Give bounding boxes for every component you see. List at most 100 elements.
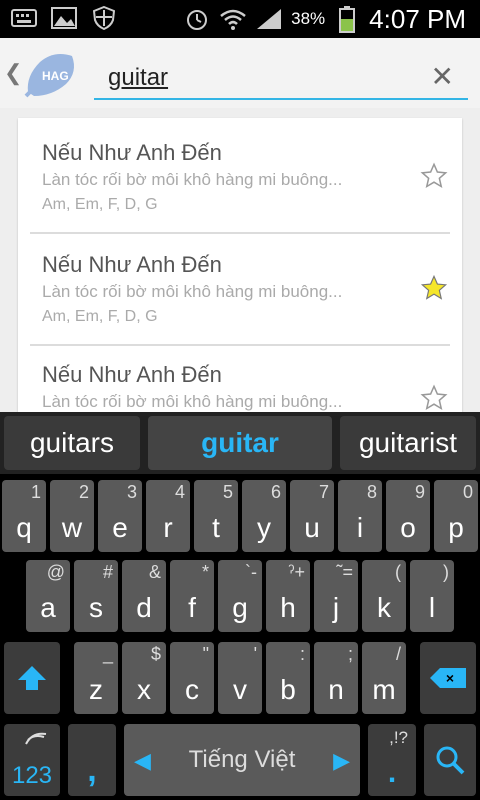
backspace-icon: × (430, 668, 466, 688)
key-sub-label: * (201, 562, 209, 582)
symbols-key[interactable]: 123 (4, 724, 60, 796)
suggestion-right[interactable]: guitarist (340, 416, 476, 470)
status-time: 4:07 PM (369, 3, 466, 34)
search-key[interactable] (424, 724, 476, 796)
key-sub-label: ˜= (336, 562, 353, 582)
signal-icon (255, 7, 283, 31)
key-v[interactable]: ' v (218, 642, 262, 714)
key-y[interactable]: 6y (242, 480, 286, 552)
key-sub-label: ˀ+ (288, 562, 305, 582)
key-label: k (377, 592, 391, 623)
space-label: Tiếng Việt (188, 746, 296, 773)
key-z[interactable]: _ z (74, 642, 118, 714)
key-label: f (188, 592, 196, 623)
key-sub-label: 5 (222, 482, 233, 502)
key-a[interactable]: @ a (26, 560, 70, 632)
song-lyric: Làn tóc rối bờ môi khô hàng mi buông... (42, 170, 343, 189)
key-n[interactable]: ; n (314, 642, 358, 714)
star-filled-icon[interactable] (420, 274, 448, 302)
right-arrow-icon[interactable]: ▶ (333, 748, 350, 774)
key-label: d (136, 592, 152, 623)
suggestion-bar: guitars guitar guitarist (0, 412, 480, 474)
key-sub-label: 9 (414, 482, 425, 502)
key-p[interactable]: 0p (434, 480, 478, 552)
key-s[interactable]: # s (74, 560, 118, 632)
period-key[interactable]: ,!? . (368, 724, 416, 796)
comma-key[interactable]: , (68, 724, 116, 796)
search-input[interactable]: guitar ✕ (94, 50, 468, 100)
svg-text:×: × (446, 670, 454, 686)
key-sub-label: 3 (126, 482, 137, 502)
key-sub-label: ) (443, 562, 449, 582)
key-x[interactable]: $ x (122, 642, 166, 714)
back-chevron-icon[interactable]: ❮ (4, 60, 22, 86)
key-f[interactable]: * f (170, 560, 214, 632)
key-r[interactable]: 4r (146, 480, 190, 552)
key-label: r (163, 512, 173, 543)
list-item[interactable]: Nếu Như Anh Đến Làn tóc rối bờ môi khô h… (18, 118, 462, 228)
key-m[interactable]: / m (362, 642, 406, 714)
key-w[interactable]: 2w (50, 480, 94, 552)
app-logo[interactable]: HAG (22, 46, 80, 100)
key-label: e (112, 512, 128, 543)
key-label: a (40, 592, 56, 623)
search-query: guitar (108, 64, 169, 91)
list-item[interactable]: Nếu Như Anh Đến Làn tóc rối bờ môi khô h… (18, 230, 462, 340)
song-chords: Am, Em, F, D, G (42, 308, 158, 325)
key-label: s (89, 592, 103, 623)
key-sub-label: & (148, 562, 161, 582)
key-d[interactable]: & d (122, 560, 166, 632)
key-label: y (257, 512, 271, 543)
star-outline-icon[interactable] (420, 162, 448, 190)
period-sub: ,!? (389, 728, 408, 747)
key-label: h (280, 592, 296, 623)
space-key[interactable]: ◀ Tiếng Việt ▶ (124, 724, 360, 796)
svg-text:HAG: HAG (42, 69, 69, 83)
backspace-key[interactable]: × (420, 642, 476, 714)
keyboard-icon (10, 6, 38, 30)
soft-keyboard: guitars guitar guitarist 1q2w3e4r5t6y7u8… (0, 412, 480, 800)
key-label: x (137, 674, 151, 705)
star-outline-icon[interactable] (420, 384, 448, 412)
key-label: l (428, 592, 436, 623)
image-icon (50, 6, 78, 30)
swiftkey-logo-icon (25, 732, 47, 745)
key-b[interactable]: :b (266, 642, 310, 714)
song-title: Nếu Như Anh Đến (42, 252, 222, 277)
search-icon (436, 746, 465, 775)
suggestion-left[interactable]: guitars (4, 416, 140, 470)
key-i[interactable]: 8i (338, 480, 382, 552)
key-o[interactable]: 9o (386, 480, 430, 552)
key-sub-label: ( (395, 562, 401, 582)
key-g[interactable]: `- g (218, 560, 262, 632)
key-label: o (400, 512, 416, 543)
key-u[interactable]: 7u (290, 480, 334, 552)
key-sub-label: ' (253, 644, 257, 664)
key-sub-label: 7 (318, 482, 329, 502)
song-title: Nếu Như Anh Đến (42, 140, 222, 165)
key-q[interactable]: 1q (2, 480, 46, 552)
status-bar: 38% 4:07 PM (0, 0, 480, 38)
key-sub-label: # (102, 562, 113, 582)
key-k[interactable]: (k (362, 560, 406, 632)
key-c[interactable]: " c (170, 642, 214, 714)
shift-key[interactable] (4, 642, 60, 714)
key-t[interactable]: 5t (194, 480, 238, 552)
key-sub-label: 1 (30, 482, 41, 502)
symbols-label: 123 (11, 762, 53, 789)
key-l[interactable]: ) l (410, 560, 454, 632)
key-label: b (280, 674, 296, 705)
list-item[interactable]: Nếu Như Anh Đến Làn tóc rối bờ môi khô h… (18, 340, 462, 414)
shield-icon (90, 6, 118, 30)
key-label: w (61, 512, 83, 543)
song-chords: Am, Em, F, D, G (42, 196, 158, 213)
key-j[interactable]: ˜= j (314, 560, 358, 632)
song-title: Nếu Như Anh Đến (42, 362, 222, 387)
close-icon[interactable]: ✕ (431, 60, 454, 93)
battery-percent: 38% (291, 9, 326, 28)
key-e[interactable]: 3e (98, 480, 142, 552)
comma-label: , (87, 751, 97, 789)
key-h[interactable]: ˀ+ h (266, 560, 310, 632)
key-sub-label: 4 (174, 482, 185, 502)
suggestion-center[interactable]: guitar (148, 416, 332, 470)
